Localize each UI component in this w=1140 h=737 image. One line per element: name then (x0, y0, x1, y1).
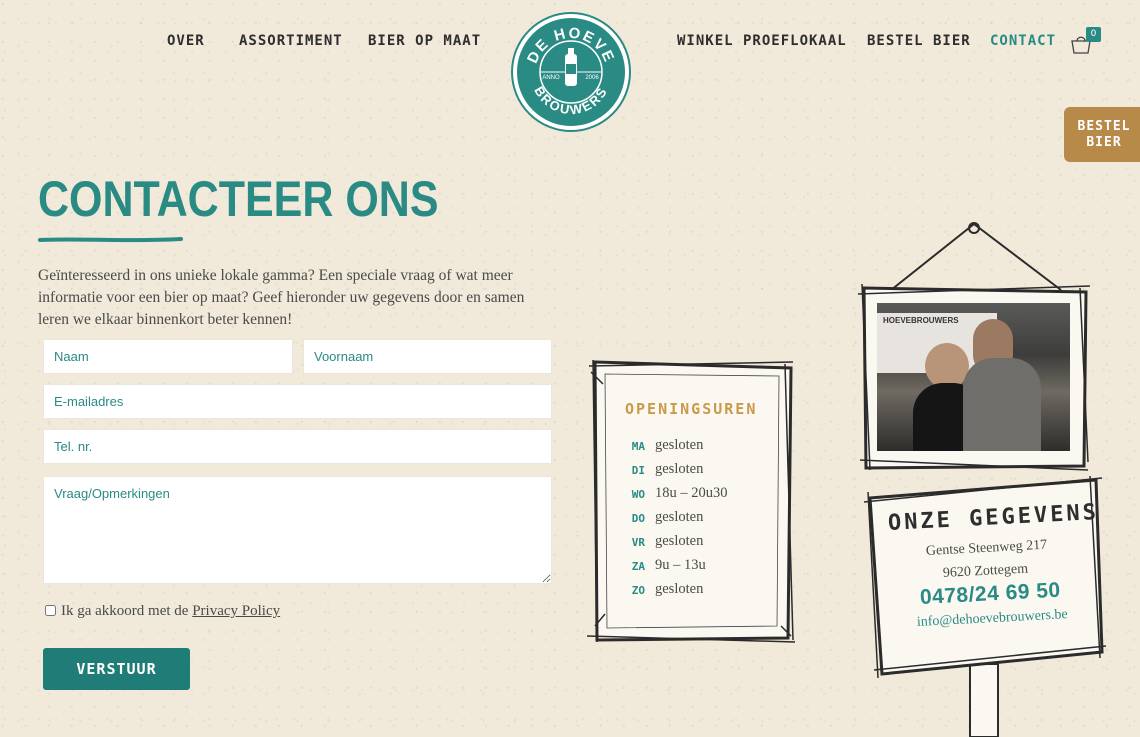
side-cta-line1: BESTEL (1077, 119, 1131, 134)
privacy-consent: Ik ga akkoord met de Privacy Policy (45, 603, 280, 620)
hours-day: VR (631, 536, 645, 549)
opening-hours-title: OPENINGSUREN (625, 400, 758, 418)
first-name-field[interactable] (303, 339, 552, 374)
nav-link-winkel-proeflokaal[interactable]: WINKEL PROEFLOKAAL (677, 33, 847, 49)
hours-day: ZA (631, 560, 645, 573)
nav-link-assortiment[interactable]: ASSORTIMENT (239, 33, 343, 49)
name-field[interactable] (43, 339, 293, 374)
page-title: CONTACTEER ONS (38, 171, 439, 227)
hours-row: MA gesloten (623, 437, 773, 457)
side-order-beer-button[interactable]: BESTEL BIER (1064, 107, 1140, 162)
logo-emblem-icon: DE HOEVE BROUWERS ANNO 2006 (524, 25, 616, 118)
cart-button[interactable]: 0 (1070, 27, 1104, 56)
hours-row: ZA 9u – 13u (623, 557, 773, 577)
logo-bottom-text: BROUWERS (531, 84, 608, 118)
cart-count-badge: 0 (1086, 27, 1101, 42)
owners-photo: HOEVEBROUWERS (877, 303, 1070, 451)
hours-value: 18u – 20u30 (655, 485, 728, 501)
hours-row: DI gesloten (623, 461, 773, 481)
brand-logo[interactable]: DE HOEVE BROUWERS ANNO 2006 (513, 14, 629, 130)
hours-day: MA (631, 440, 645, 453)
privacy-policy-link[interactable]: Privacy Policy (192, 603, 280, 619)
submit-button[interactable]: VERSTUUR (43, 648, 190, 690)
side-cta-line2: BIER (1086, 135, 1122, 150)
email-field[interactable] (43, 384, 552, 419)
svg-text:BROUWERS: BROUWERS (531, 84, 610, 118)
question-field[interactable] (43, 476, 552, 584)
hours-row: ZO gesloten (623, 581, 773, 601)
nav-link-bier-op-maat[interactable]: BIER OP MAAT (368, 33, 481, 49)
privacy-consent-text: Ik ga akkoord met de (61, 603, 193, 619)
phone-field[interactable] (43, 429, 552, 464)
hours-day: DO (631, 512, 645, 525)
photo-banner-text: HOEVEBROUWERS (883, 316, 959, 325)
hours-value: 9u – 13u (655, 557, 706, 573)
hours-row: VR gesloten (623, 533, 773, 553)
hours-value: gesloten (655, 437, 704, 453)
hours-day: WO (631, 488, 645, 501)
hours-value: gesloten (655, 461, 704, 477)
hours-value: gesloten (655, 509, 704, 525)
nav-link-contact[interactable]: CONTACT (990, 33, 1056, 49)
hours-day: ZO (631, 584, 645, 597)
intro-text: Geïnteresseerd in ons unieke lokale gamm… (38, 267, 525, 328)
hours-value: gesloten (655, 533, 704, 549)
nav-link-over[interactable]: OVER (167, 33, 205, 49)
nav-link-bestel-bier[interactable]: BESTEL BIER (867, 33, 971, 49)
privacy-consent-checkbox[interactable] (45, 605, 56, 616)
title-underline-decoration (38, 237, 183, 243)
hours-value: gesloten (655, 581, 704, 597)
logo-left-text: ANNO (542, 75, 560, 81)
logo-right-text: 2006 (585, 75, 599, 81)
hours-row: WO 18u – 20u30 (623, 485, 773, 505)
hours-row: DO gesloten (623, 509, 773, 529)
hours-day: DI (631, 464, 645, 477)
main-navigation: OVER ASSORTIMENT BIER OP MAAT DE HOEVE B… (0, 0, 1140, 130)
